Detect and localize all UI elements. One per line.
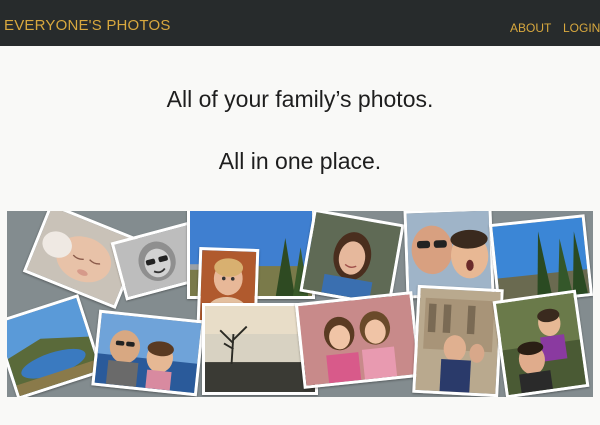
photo-family-selfie-building xyxy=(412,284,504,397)
photo-forest-blue-sky xyxy=(488,214,593,306)
hero-headline: All of your family’s photos. xyxy=(166,86,434,112)
photo-collage xyxy=(7,211,593,397)
photo-two-girls xyxy=(294,291,422,389)
brand-logo-link[interactable]: EVERYONE'S PHOTOS xyxy=(4,17,171,34)
nav-link-login[interactable]: LOGIN xyxy=(563,21,600,35)
hero-subheadline: All in one place. xyxy=(218,148,382,174)
photo-lake-landscape xyxy=(7,294,104,397)
photo-couple-on-water xyxy=(91,309,205,397)
nav-link-about[interactable]: ABOUT xyxy=(510,21,551,35)
photo-women-smiling-outdoors xyxy=(492,289,590,397)
navbar: EVERYONE'S PHOTOS ABOUT LOGIN xyxy=(0,0,600,46)
